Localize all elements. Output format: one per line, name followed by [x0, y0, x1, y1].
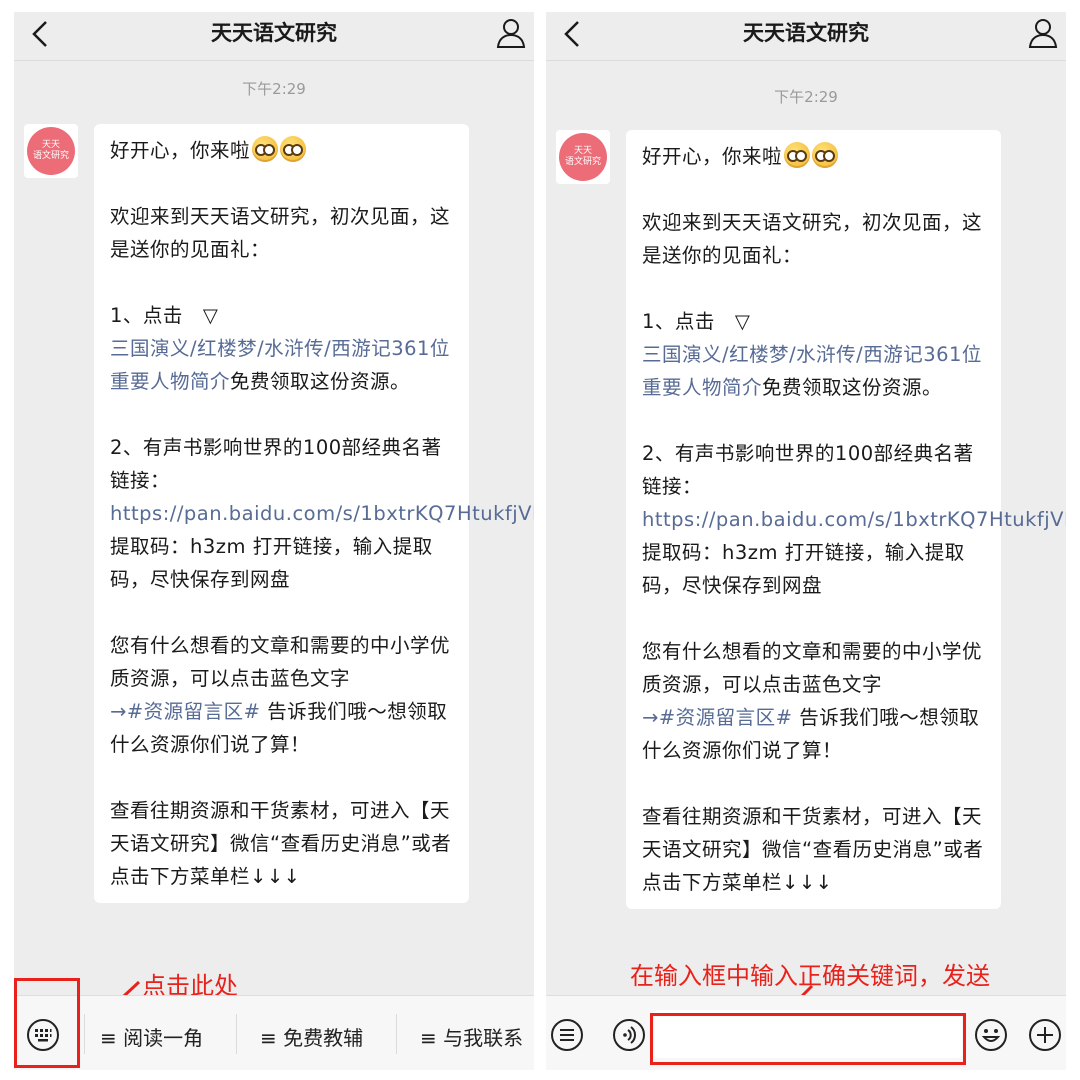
menu-divider	[236, 1014, 237, 1054]
welcome-text: 欢迎来到天天语文研究，初次见面，这是送你的见面礼：	[642, 211, 983, 267]
nav-bar: 天天语文研究	[546, 12, 1066, 61]
menu-bar: ≡ 阅读一角 ≡ 免费教辅 ≡ 与我联系	[14, 995, 534, 1070]
avatar-text-bottom: 语文研究	[564, 157, 601, 167]
chat-screen-left: 天天语文研究 下午2:29 天天 语文研究 好开心，你来啦 欢迎来到天天语文研究…	[14, 12, 534, 1070]
history-text: 查看往期资源和干货素材，可进入【天天语文研究】微信“查看历史消息”或者点击下方菜…	[110, 799, 452, 888]
nav-bar: 天天语文研究	[14, 12, 534, 61]
item2-link[interactable]: https://pan.baidu.com/s/1bxtrKQ7HtukfjVR…	[642, 508, 1066, 531]
chat-title: 天天语文研究	[211, 21, 337, 45]
item1-prefix: 1、点击 ▽	[110, 304, 219, 327]
item2-prefix: 2、有声书影响世界的100部经典名著链接：	[110, 436, 442, 492]
emoji-icon[interactable]	[974, 1018, 1008, 1052]
emoji-icon	[784, 142, 811, 168]
item1-suffix: 免费领取这份资源。	[762, 376, 943, 399]
avatar-text-top: 天天	[573, 146, 592, 156]
item1-suffix: 免费领取这份资源。	[230, 370, 411, 393]
greeting-text: 好开心，你来啦	[110, 139, 251, 162]
chat-screen-right: 天天语文研究 下午2:29 天天 语文研究 好开心，你来啦 欢迎来到天天语文研究…	[546, 12, 1066, 1070]
menu-item-contact[interactable]: ≡ 与我联系	[420, 1022, 523, 1051]
chat-title: 天天语文研究	[743, 21, 869, 45]
emoji-icon	[812, 142, 839, 168]
menu-toggle-icon[interactable]	[550, 1018, 584, 1052]
menu-item-reading[interactable]: ≡ 阅读一角	[100, 1022, 203, 1051]
menu-divider	[396, 1014, 397, 1054]
item2-suffix: 提取码：h3zm 打开链接，输入提取码，尽快保存到网盘	[642, 541, 965, 597]
menu-item-free-materials[interactable]: ≡ 免费教辅	[260, 1022, 363, 1051]
highlight-box	[14, 978, 80, 1068]
item2-prefix: 2、有声书影响世界的100部经典名著链接：	[642, 442, 974, 498]
message-bubble: 好开心，你来啦 欢迎来到天天语文研究，初次见面，这是送你的见面礼： 1、点击 ▽…	[94, 124, 534, 903]
para3-prefix: 您有什么想看的文章和需要的中小学优质资源，可以点击蓝色文字	[642, 640, 983, 696]
avatar[interactable]: 天天 语文研究	[556, 130, 610, 184]
resource-link[interactable]: →#资源留言区#	[110, 700, 261, 723]
item1-prefix: 1、点击 ▽	[642, 310, 751, 333]
plus-icon[interactable]	[1028, 1018, 1062, 1052]
para3-prefix: 您有什么想看的文章和需要的中小学优质资源，可以点击蓝色文字	[110, 634, 451, 690]
avatar-text-top: 天天	[41, 140, 60, 150]
emoji-icon	[280, 136, 307, 162]
message-timestamp: 下午2:29	[774, 88, 838, 106]
resource-link[interactable]: →#资源留言区#	[642, 706, 793, 729]
welcome-text: 欢迎来到天天语文研究，初次见面，这是送你的见面礼：	[110, 205, 451, 261]
voice-input-icon[interactable]	[612, 1018, 646, 1052]
history-text: 查看往期资源和干货素材，可进入【天天语文研究】微信“查看历史消息”或者点击下方菜…	[642, 805, 984, 894]
message-timestamp: 下午2:29	[242, 80, 306, 98]
profile-icon[interactable]	[1026, 16, 1060, 50]
item2-link[interactable]: https://pan.baidu.com/s/1bxtrKQ7HtukfjVR…	[110, 502, 534, 525]
item2-suffix: 提取码：h3zm 打开链接，输入提取码，尽快保存到网盘	[110, 535, 433, 591]
profile-icon[interactable]	[494, 16, 528, 50]
emoji-icon	[252, 136, 279, 162]
avatar-text-bottom: 语文研究	[32, 151, 69, 161]
message-bubble: 好开心，你来啦 欢迎来到天天语文研究，初次见面，这是送你的见面礼： 1、点击 ▽…	[626, 130, 1066, 909]
highlight-box	[650, 1013, 966, 1065]
avatar[interactable]: 天天 语文研究	[24, 124, 78, 178]
greeting-text: 好开心，你来啦	[642, 145, 783, 168]
menu-divider	[84, 1014, 85, 1054]
